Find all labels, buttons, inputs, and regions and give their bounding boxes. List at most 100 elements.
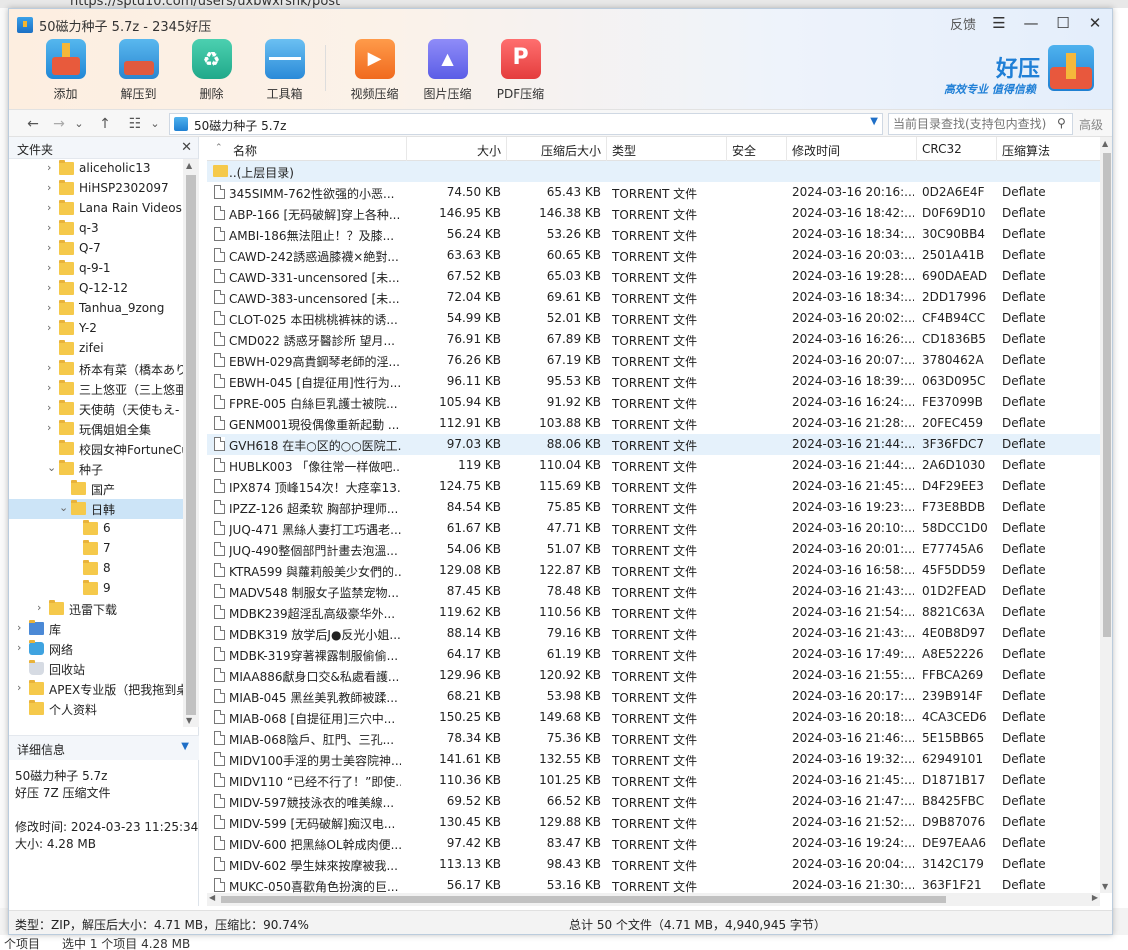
history-dropdown-icon[interactable]: ⌄ bbox=[69, 114, 89, 134]
list-horizontal-scrollbar[interactable]: ◀ ▶ bbox=[207, 893, 1100, 906]
pdf-compress-button[interactable]: PDF压缩 bbox=[484, 39, 557, 105]
table-row[interactable]: KTRA599 與蘿莉般美少女們的... 129.08 KB 122.87 KB TO… bbox=[207, 560, 1100, 581]
column-method[interactable]: 压缩算法 bbox=[997, 137, 1100, 161]
table-row[interactable]: JUQ-471 黑絲人妻打工巧遇老... 61.67 KB 47.71 KB TORR… bbox=[207, 518, 1100, 539]
parent-dir-row[interactable]: ..(上层目录) bbox=[207, 161, 1100, 182]
detail-header[interactable]: 详细信息 ▼ bbox=[9, 736, 199, 760]
table-row[interactable]: HUBLK003 「像往常一样做吧... 119 KB 110.04 KB TORRE… bbox=[207, 455, 1100, 476]
chevron-right-icon[interactable]: › bbox=[47, 241, 51, 254]
list-scroll-up-icon[interactable]: ▲ bbox=[1102, 139, 1108, 148]
table-row[interactable]: EBWH-045 [自提征用]性行为... 96.11 KB 95.53 KB TOR… bbox=[207, 371, 1100, 392]
chevron-right-icon[interactable]: › bbox=[47, 381, 51, 394]
chevron-right-icon[interactable]: › bbox=[37, 601, 41, 614]
tree-item[interactable]: 6 bbox=[9, 519, 183, 539]
table-row[interactable]: CAWD-242誘惑過膝襪×絶對... 63.63 KB 60.65 KB TORRE… bbox=[207, 245, 1100, 266]
tree-item[interactable]: › Q-12-12 bbox=[9, 279, 183, 299]
tree-item[interactable]: › 网络 bbox=[9, 639, 183, 659]
tree-item[interactable]: ⌄ 种子 bbox=[9, 459, 183, 479]
table-row[interactable]: ABP-166 [无码破解]穿上各种... 146.95 KB 146.38 KB T… bbox=[207, 203, 1100, 224]
chevron-right-icon[interactable]: › bbox=[47, 401, 51, 414]
tree-scroll-thumb[interactable] bbox=[186, 175, 196, 715]
table-row[interactable]: MIDV100手淫的男士美容院神... 141.61 KB 132.55 KB TOR… bbox=[207, 749, 1100, 770]
table-row[interactable]: MDBK-319穿著裸露制服偷偷... 64.17 KB 61.19 KB TORRE… bbox=[207, 644, 1100, 665]
add-button[interactable]: 添加 bbox=[29, 39, 102, 105]
path-dropdown-icon[interactable]: ▼ bbox=[870, 116, 878, 127]
chevron-right-icon[interactable]: › bbox=[47, 301, 51, 314]
column-security[interactable]: 安全 bbox=[727, 137, 787, 161]
table-row[interactable]: GENM001現役偶像重新起動 ... 112.91 KB 103.88 KB TOR… bbox=[207, 413, 1100, 434]
list-scroll-thumb[interactable] bbox=[1103, 153, 1111, 637]
table-row[interactable]: MIDV-597競技泳衣的唯美線... 69.52 KB 66.52 KB TORRE… bbox=[207, 791, 1100, 812]
tree-item[interactable]: › Tanhua_9zong bbox=[9, 299, 183, 319]
menu-icon[interactable]: ☰ bbox=[990, 13, 1008, 33]
extract-button[interactable]: 解压到 bbox=[102, 39, 175, 105]
column-crc32[interactable]: CRC32 bbox=[917, 137, 997, 161]
tree-item[interactable]: zifei bbox=[9, 339, 183, 359]
table-row[interactable]: GVH618 在丰○区的○○医院工... 97.03 KB 88.06 KB TORR… bbox=[207, 434, 1100, 455]
tree-scrollbar[interactable]: ▲ ▼ bbox=[183, 159, 199, 727]
chevron-right-icon[interactable]: › bbox=[47, 181, 51, 194]
tree-item[interactable]: 7 bbox=[9, 539, 183, 559]
forward-arrow-icon[interactable]: → bbox=[49, 114, 69, 134]
table-row[interactable]: FPRE-005 白絲巨乳護士被院... 105.94 KB 91.92 KB TOR… bbox=[207, 392, 1100, 413]
tree-item[interactable]: › aliceholic13 bbox=[9, 159, 183, 179]
maximize-button[interactable]: ☐ bbox=[1054, 13, 1072, 33]
chevron-right-icon[interactable]: › bbox=[47, 261, 51, 274]
detail-collapse-icon[interactable]: ▼ bbox=[181, 741, 189, 752]
close-button[interactable]: ✕ bbox=[1086, 13, 1104, 33]
view-mode-dropdown-icon[interactable]: ⌄ bbox=[145, 114, 165, 134]
table-row[interactable]: IPX874 顶峰154次！大痉挛13... 124.75 KB 115.69 KB… bbox=[207, 476, 1100, 497]
advanced-search-button[interactable]: 高级 bbox=[1079, 116, 1103, 133]
back-arrow-icon[interactable]: ← bbox=[23, 114, 43, 134]
chevron-right-icon[interactable]: › bbox=[17, 681, 21, 694]
table-row[interactable]: 345SIMM-762性欲强的小恶... 74.50 KB 65.43 KB TORR… bbox=[207, 182, 1100, 203]
tree-item[interactable]: 回收站 bbox=[9, 659, 183, 679]
tree-item[interactable]: › 桥本有菜（橋本あり bbox=[9, 359, 183, 379]
tree-item[interactable]: › 天使萌（天使もえ- bbox=[9, 399, 183, 419]
table-row[interactable]: MIDV-599 [无码破解]痴汉电... 130.45 KB 129.88 KB T… bbox=[207, 812, 1100, 833]
table-row[interactable]: MDBK319 放学后J●反光小姐... 88.14 KB 79.16 KB TORR… bbox=[207, 623, 1100, 644]
image-compress-button[interactable]: 图片压缩 bbox=[411, 39, 484, 105]
table-row[interactable]: IPZZ-126 超柔软 胸部护理师... 84.54 KB 75.85 KB TOR… bbox=[207, 497, 1100, 518]
tree-item[interactable]: 个人资料 bbox=[9, 699, 183, 719]
chevron-right-icon[interactable]: › bbox=[47, 281, 51, 294]
tree-item[interactable]: › 三上悠亚（三上悠亜 bbox=[9, 379, 183, 399]
table-row[interactable]: CAWD-331-uncensored [未... 67.52 KB 65.03 K… bbox=[207, 266, 1100, 287]
video-compress-button[interactable]: 视频压缩 bbox=[338, 39, 411, 105]
tree-item[interactable]: › Lana Rain Videos bbox=[9, 199, 183, 219]
up-arrow-icon[interactable]: ↑ bbox=[95, 114, 115, 134]
scroll-up-icon[interactable]: ▲ bbox=[186, 161, 192, 170]
tree-item[interactable]: 国产 bbox=[9, 479, 183, 499]
table-row[interactable]: MIAA886獻身口交&私處看護... 129.96 KB 120.92 KB TOR… bbox=[207, 665, 1100, 686]
table-row[interactable]: MIDV-600 把黑絲OL幹成肉便... 97.42 KB 83.47 KB TOR… bbox=[207, 833, 1100, 854]
chevron-down-icon[interactable]: ⌄ bbox=[59, 501, 68, 514]
tree-item[interactable]: 8 bbox=[9, 559, 183, 579]
table-row[interactable]: MDBK239超淫乱高级豪华外... 119.62 KB 110.56 KB TORR… bbox=[207, 602, 1100, 623]
chevron-right-icon[interactable]: › bbox=[17, 641, 21, 654]
table-row[interactable]: CMD022 誘惑牙醫診所 望月... 76.91 KB 67.89 KB TORRE… bbox=[207, 329, 1100, 350]
table-row[interactable]: MIDV110 “已经不行了！”即使... 110.36 KB 101.25 KB T… bbox=[207, 770, 1100, 791]
list-scroll-down-icon[interactable]: ▼ bbox=[1102, 882, 1108, 891]
scroll-right-icon[interactable]: ▶ bbox=[1092, 893, 1098, 902]
chevron-right-icon[interactable]: › bbox=[17, 621, 21, 634]
tree-item[interactable]: › Q-7 bbox=[9, 239, 183, 259]
tree-item[interactable]: › 库 bbox=[9, 619, 183, 639]
column-name[interactable]: ⌃ 名称 bbox=[207, 137, 407, 161]
table-row[interactable]: MADV548 制服女子监禁宠物... 87.45 KB 78.48 KB TORRE… bbox=[207, 581, 1100, 602]
chevron-right-icon[interactable]: › bbox=[47, 221, 51, 234]
table-row[interactable]: CLOT-025 本田桃桃裤袜的诱... 54.99 KB 52.01 KB TORR… bbox=[207, 308, 1100, 329]
table-row[interactable]: JUQ-490整個部門計畫去泡溫... 54.06 KB 51.07 KB TORRE… bbox=[207, 539, 1100, 560]
column-modified[interactable]: 修改时间 bbox=[787, 137, 917, 161]
view-mode-icon[interactable]: ☷ bbox=[125, 114, 145, 134]
column-packed-size[interactable]: 压缩后大小 bbox=[507, 137, 607, 161]
table-row[interactable]: AMBI-186無法阻止！？及膝... 56.24 KB 53.26 KB TORRE… bbox=[207, 224, 1100, 245]
scroll-down-icon[interactable]: ▼ bbox=[186, 716, 192, 725]
scroll-left-icon[interactable]: ◀ bbox=[209, 893, 215, 902]
search-input[interactable] bbox=[888, 113, 1073, 135]
tree-item[interactable]: 校园女神FortuneCu bbox=[9, 439, 183, 459]
table-row[interactable]: EBWH-029高貴鋼琴老師的淫... 76.26 KB 67.19 KB TORRE… bbox=[207, 350, 1100, 371]
tree-item[interactable]: › HiHSP2302097 bbox=[9, 179, 183, 199]
path-input[interactable]: 50磁力种子 5.7z ▼ bbox=[169, 113, 883, 135]
list-vertical-scrollbar[interactable]: ▲ ▼ bbox=[1100, 137, 1112, 893]
toolbox-button[interactable]: 工具箱 bbox=[248, 39, 321, 105]
